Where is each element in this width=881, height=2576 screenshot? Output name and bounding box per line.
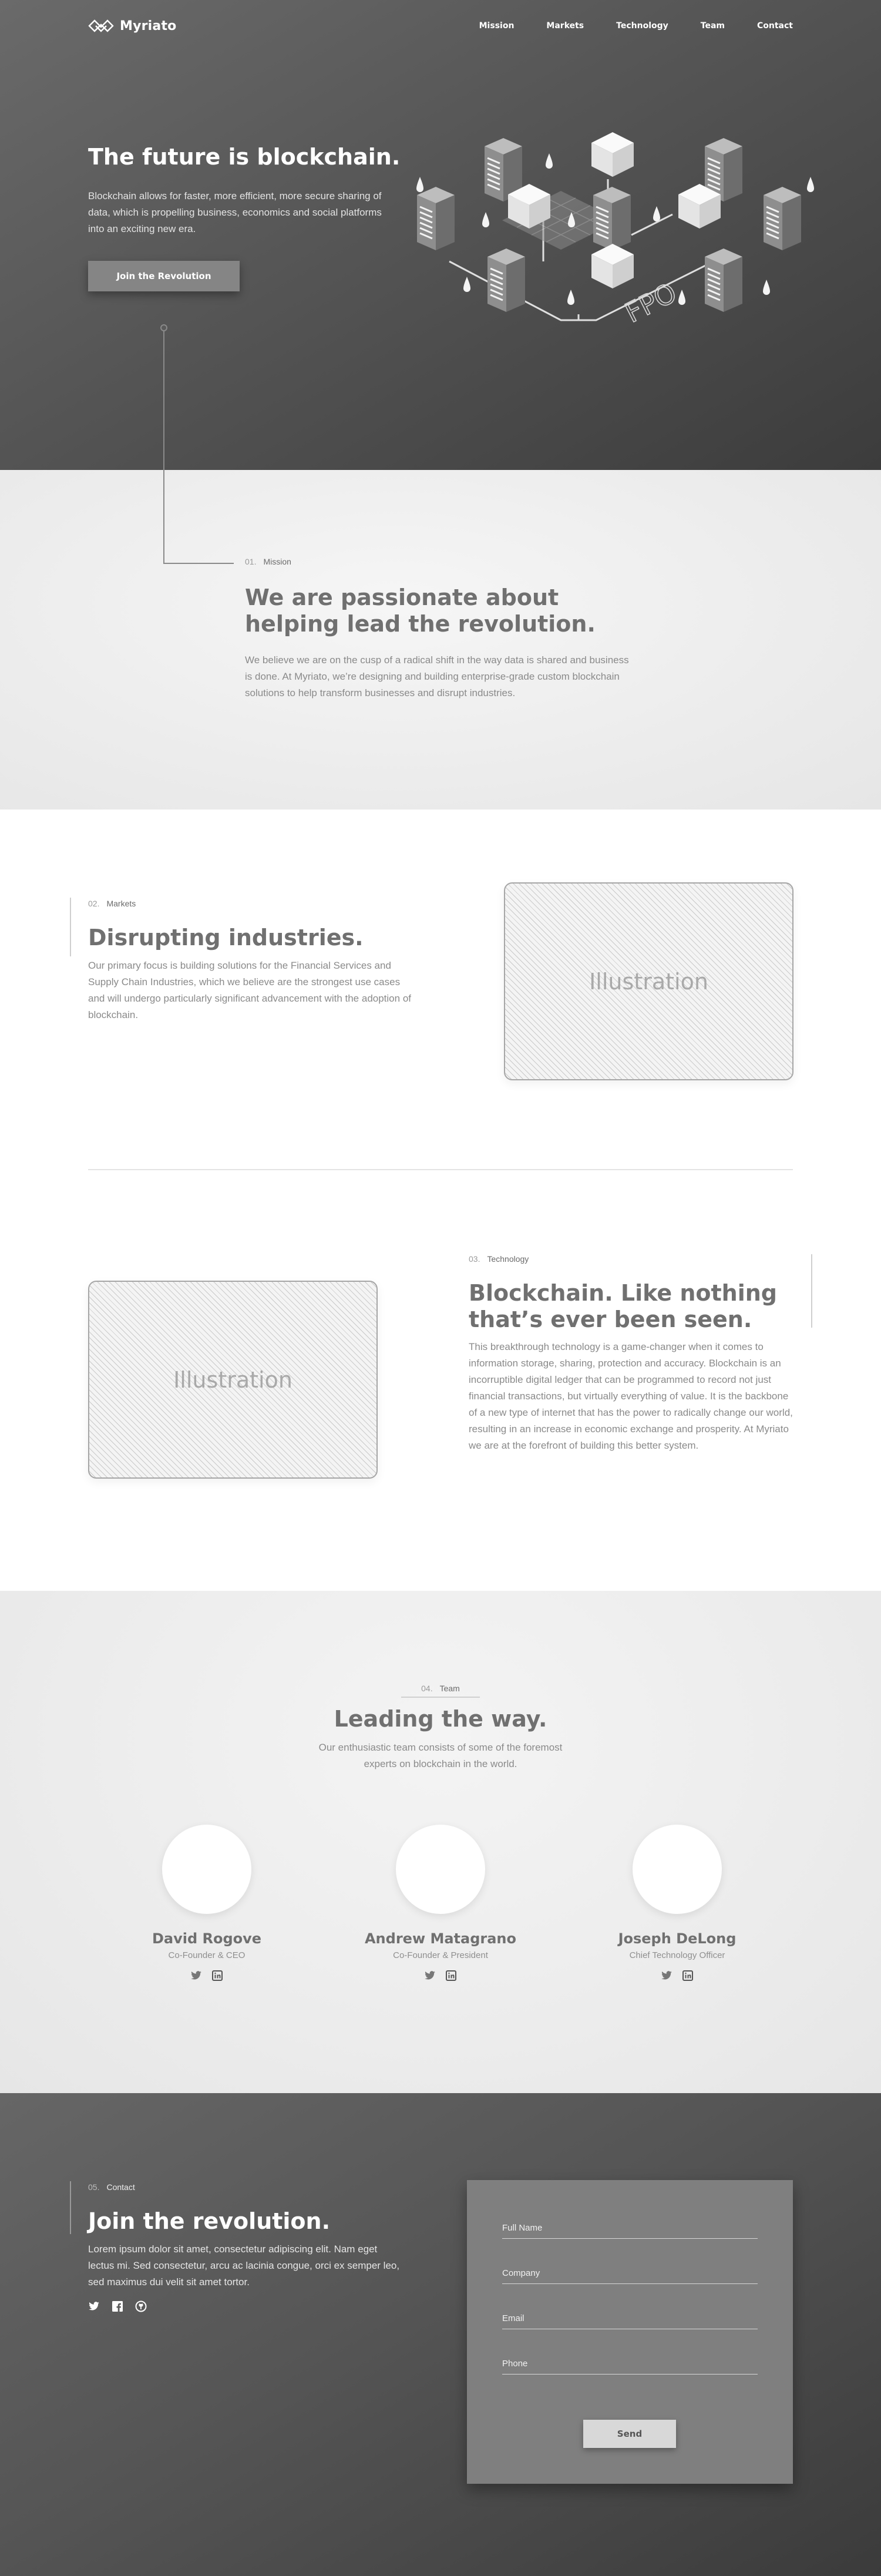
member-name: Andrew Matagrano [364,1930,516,1947]
connector-node [160,324,167,331]
nav-links: Mission Markets Technology Team Contact [479,21,793,31]
linkedin-icon[interactable] [682,1970,694,1981]
logo-icon [88,19,114,32]
brand-name: Myriato [120,18,177,33]
markets-illustration-placeholder: Illustration [504,882,793,1080]
markets-body: Our primary focus is building solutions … [88,960,411,1020]
contact-form: Send [467,2180,793,2484]
team-member-card: Joseph DeLong Chief Technology Officer [577,1825,777,1981]
mission-body: We believe we are on the cusp of a radic… [245,654,629,698]
facebook-icon[interactable] [112,2300,123,2312]
member-socials [107,1970,307,1981]
mission-eyebrow: 01. Mission [245,557,291,566]
linkedin-icon[interactable] [211,1970,223,1981]
avatar [633,1825,722,1914]
member-role: Co-Founder & CEO [168,1950,246,1960]
technology-section: Illustration 03. Technology Blockchain. … [0,1171,881,1591]
contact-socials [88,2300,147,2312]
twitter-icon[interactable] [661,1970,672,1981]
phone-field [502,2353,758,2375]
technology-eyebrow: 03. Technology [469,1254,529,1264]
member-socials [341,1970,540,1981]
email-input[interactable] [502,2308,758,2329]
member-socials [577,1970,777,1981]
avatar [396,1825,485,1914]
member-role: Co-Founder & President [393,1950,488,1960]
email-field [502,2308,758,2329]
member-role: Chief Technology Officer [629,1950,725,1960]
nav-link-markets[interactable]: Markets [546,21,584,31]
technology-illustration-placeholder: Illustration [88,1281,378,1479]
contact-title: Join the revolution. [88,2208,331,2234]
team-title: Leading the way. [334,1706,547,1732]
section-accent-bar [70,2181,71,2234]
twitter-icon[interactable] [424,1970,436,1981]
avatar [162,1825,251,1914]
top-nav: Myriato Mission Markets Technology Team … [88,15,793,36]
fpo-label: FPO [620,277,681,329]
section-label: Team [439,1684,460,1693]
full-name-input[interactable] [502,2218,758,2238]
section-number: 04. [421,1684,433,1693]
markets-eyebrow: 02. Markets [88,899,136,908]
section-label: Contact [106,2182,135,2192]
section-number: 05. [88,2182,100,2192]
team-member-card: David Rogove Co-Founder & CEO [107,1825,307,1981]
mission-section: 01. Mission We are passionate about help… [0,470,881,810]
connector-line-horizontal [163,563,234,564]
section-label: Markets [106,899,136,908]
send-button[interactable]: Send [583,2420,676,2448]
markets-title: Disrupting industries. [88,925,364,951]
nav-link-mission[interactable]: Mission [479,21,515,31]
full-name-field [502,2218,758,2239]
member-name: Joseph DeLong [618,1930,737,1947]
section-divider [88,1169,793,1170]
section-label: Technology [487,1254,529,1264]
logo[interactable]: Myriato [88,19,177,33]
hero-body: Blockchain allows for faster, more effic… [88,190,382,234]
eyebrow-underline [401,1697,480,1698]
team-lead: Our enthusiastic team consists of some o… [318,1742,563,1769]
contact-eyebrow: 05. Contact [88,2182,135,2192]
member-name: David Rogove [152,1930,262,1947]
mission-title: We are passionate about helping lead the… [245,585,596,637]
team-eyebrow: 04. Team [0,1684,881,1693]
nav-link-technology[interactable]: Technology [616,21,668,31]
section-number: 01. [245,557,257,566]
twitter-icon[interactable] [190,1970,202,1981]
join-revolution-button[interactable]: Join the Revolution [88,261,240,291]
company-input[interactable] [502,2263,758,2283]
section-label: Mission [263,557,291,566]
technology-title: Blockchain. Like nothing that’s ever bee… [469,1280,778,1332]
illustration-label: Illustration [589,968,708,995]
linkedin-icon[interactable] [445,1970,457,1981]
nav-link-contact[interactable]: Contact [757,21,793,31]
technology-body: This breakthrough technology is a game-c… [469,1341,793,1451]
nav-link-team[interactable]: Team [701,21,725,31]
contact-body: Lorem ipsum dolor sit amet, consectetur … [88,2243,400,2288]
twitter-icon[interactable] [88,2300,100,2312]
github-icon[interactable] [135,2300,147,2312]
section-number: 02. [88,899,100,908]
section-accent-bar [70,898,71,956]
team-member-card: Andrew Matagrano Co-Founder & President [341,1825,540,1981]
contact-section: 05. Contact Join the revolution. Lorem i… [0,2093,881,2576]
connector-line-vertical [163,329,164,564]
illustration-label: Illustration [173,1366,292,1393]
company-field [502,2263,758,2284]
markets-section: 02. Markets Disrupting industries. Our p… [0,810,881,1171]
phone-input[interactable] [502,2353,758,2374]
blockchain-network-illustration: FPO [416,132,814,330]
hero-section: Myriato Mission Markets Technology Team … [0,0,881,470]
section-number: 03. [469,1254,480,1264]
team-section: 04. Team Leading the way. Our enthusiast… [0,1591,881,2093]
hero-title: The future is blockchain. [88,144,401,170]
